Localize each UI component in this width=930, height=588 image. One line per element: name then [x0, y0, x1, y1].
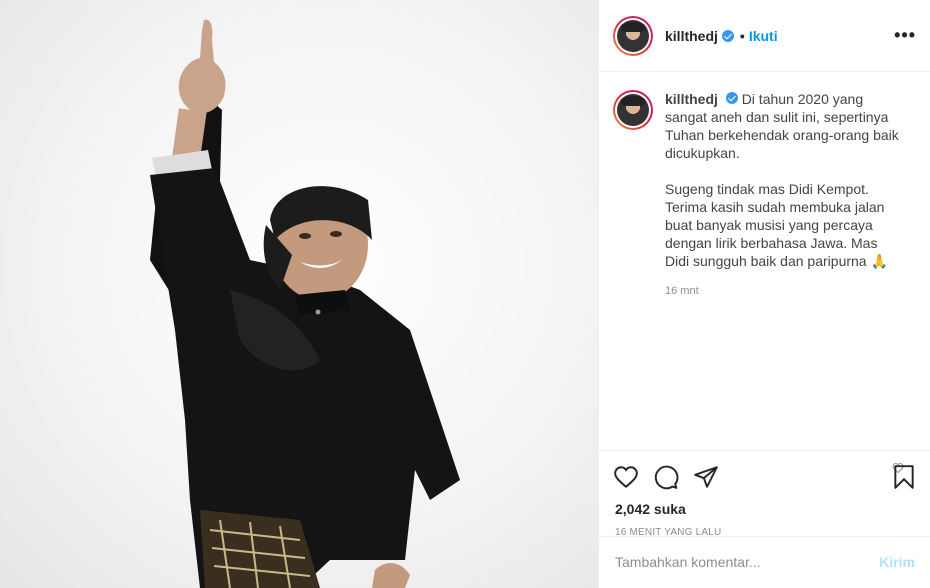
more-options-icon[interactable]: •••	[894, 25, 916, 46]
like-heart-icon[interactable]	[613, 464, 639, 490]
separator-dot: •	[739, 27, 745, 44]
post-comment-button[interactable]: Kirim	[879, 554, 915, 570]
comment-bubble-icon[interactable]	[653, 464, 679, 490]
caption-avatar[interactable]	[613, 90, 653, 130]
follow-button[interactable]: Ikuti	[749, 28, 778, 44]
caption-body: killthedj Di tahun 2020 yang sangat aneh…	[665, 90, 905, 300]
action-icons-row	[599, 455, 930, 499]
verified-badge-icon	[721, 29, 734, 42]
add-comment-bar: Kirim	[599, 536, 930, 586]
like-count[interactable]: 2,042 suka	[599, 501, 930, 517]
avatar-image	[617, 94, 649, 126]
verified-badge-icon	[725, 92, 738, 104]
author-avatar[interactable]	[613, 15, 653, 56]
caption-username[interactable]: killthedj	[665, 91, 718, 107]
comment-input[interactable]	[615, 553, 880, 570]
comments-section: killthedj Di tahun 2020 yang sangat aneh…	[599, 72, 930, 474]
author-info: killthedj • Ikuti	[665, 28, 778, 44]
caption-paragraph-1: killthedj Di tahun 2020 yang sangat aneh…	[665, 90, 905, 162]
post-header: killthedj • Ikuti •••	[599, 0, 930, 72]
post-photo-illustration	[150, 19, 460, 588]
instagram-post-modal: killthedj • Ikuti ••• killthedj Di tahun…	[0, 0, 930, 588]
post-actions: 2,042 suka 16 MENIT YANG LALU Kirim	[599, 450, 930, 586]
post-sidebar: killthedj • Ikuti ••• killthedj Di tahun…	[598, 0, 930, 588]
post-photo[interactable]	[0, 0, 598, 588]
share-send-icon[interactable]	[693, 464, 719, 490]
save-bookmark-icon[interactable]	[891, 464, 917, 490]
caption-paragraph-2: Sugeng tindak mas Didi Kempot. Terima ka…	[665, 181, 888, 269]
author-username[interactable]: killthedj	[665, 28, 718, 44]
avatar-image	[617, 19, 649, 52]
caption: killthedj Di tahun 2020 yang sangat aneh…	[613, 90, 916, 300]
caption-time[interactable]: 16 mnt	[665, 282, 905, 300]
